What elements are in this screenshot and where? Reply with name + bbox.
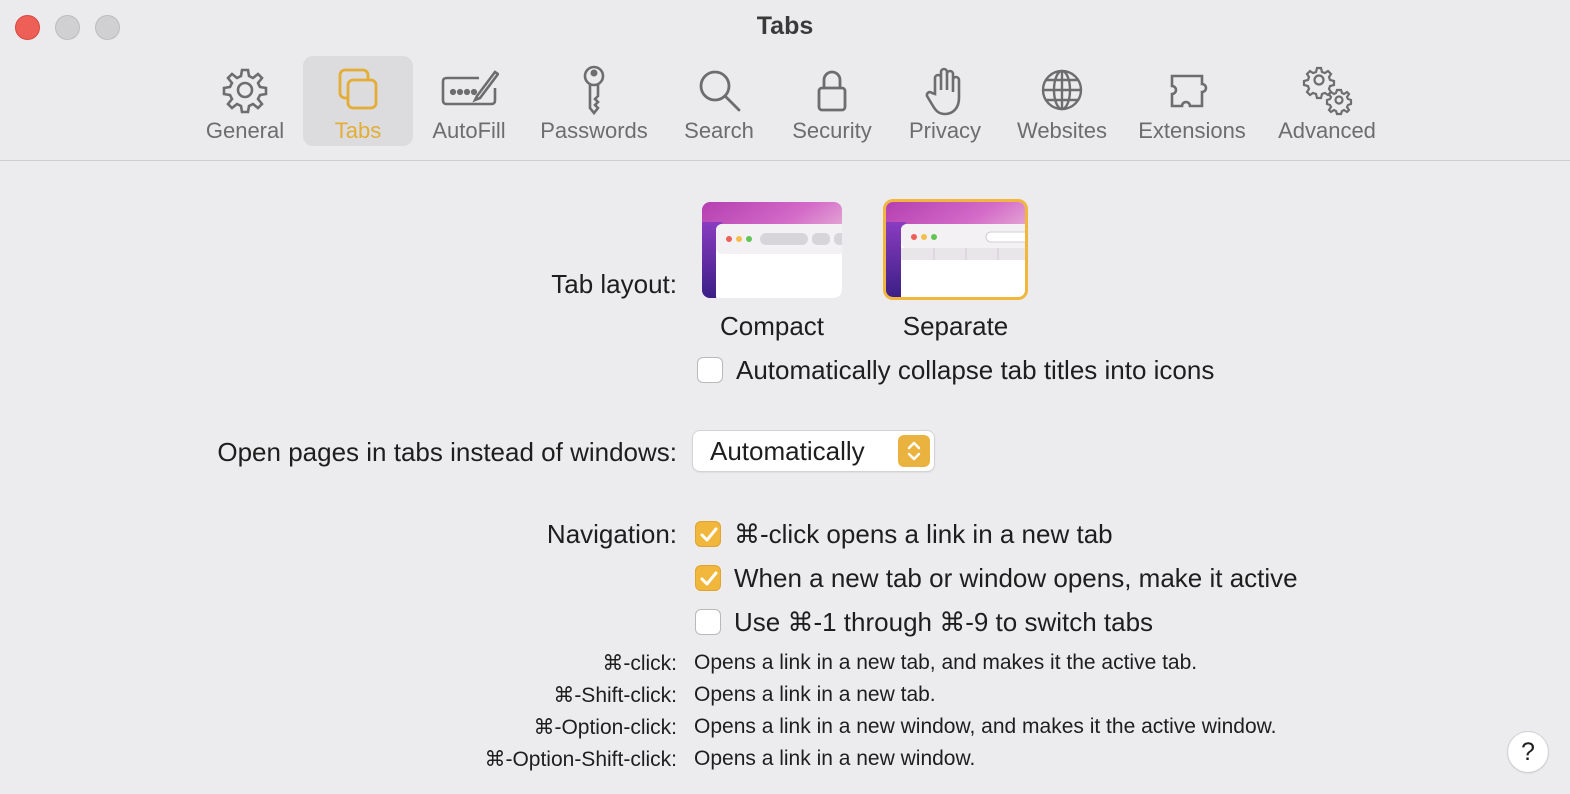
open-pages-value: Automatically <box>710 436 865 466</box>
toolbar-advanced[interactable]: Advanced <box>1270 56 1384 146</box>
compact-label: Compact <box>719 311 825 341</box>
hand-icon <box>925 67 961 116</box>
gear-icon <box>222 68 268 114</box>
toolbar-search[interactable]: Search <box>677 56 761 146</box>
compact-layout-thumbnail <box>702 202 842 298</box>
toolbar-tabs[interactable]: Tabs <box>303 56 413 146</box>
toolbar-autofill[interactable]: AutoFill <box>424 56 514 146</box>
separate-layout-thumbnail <box>886 202 1025 297</box>
switch-tabs-shortcut-checkbox[interactable] <box>695 609 721 635</box>
toolbar-label: Passwords <box>540 118 648 143</box>
make-active-checkbox[interactable] <box>695 565 721 591</box>
chevron-updown-icon <box>898 435 930 467</box>
toolbar-passwords[interactable]: Passwords <box>533 56 655 146</box>
key-icon <box>583 65 605 116</box>
toolbar-general[interactable]: General <box>199 56 291 146</box>
open-pages-popup[interactable]: Automatically <box>693 431 934 471</box>
globe-icon <box>1041 69 1083 111</box>
cmd-click-new-tab-checkbox[interactable] <box>695 521 721 547</box>
toolbar-label: Extensions <box>1138 118 1246 143</box>
toolbar-label: AutoFill <box>432 118 506 143</box>
toolbar-privacy[interactable]: Privacy <box>900 56 990 146</box>
toolbar-label: Search <box>684 118 754 143</box>
gears-icon <box>1302 66 1353 116</box>
autofill-icon <box>441 70 499 106</box>
window-toolbar: Tabs General Tabs AutoFill Passwords Sea… <box>0 0 1570 161</box>
puzzle-icon <box>1170 74 1208 108</box>
window-title: Tabs <box>756 12 814 40</box>
shortcut-description: Opens a link in a new tab, and makes it … <box>694 651 1198 674</box>
shortcut-description: Opens a link in a new tab. <box>694 683 936 706</box>
shortcut-description: Opens a link in a new window, and makes … <box>694 715 1277 738</box>
open-pages-label: Open pages in tabs instead of windows: <box>217 437 677 467</box>
toolbar-label: Tabs <box>334 118 382 143</box>
tabs-icon <box>338 68 378 110</box>
toolbar-label: General <box>205 118 285 143</box>
switch-tabs-shortcut-label: Use ⌘-1 through ⌘-9 to switch tabs <box>734 607 1154 637</box>
collapse-titles-label: Automatically collapse tab titles into i… <box>736 355 1215 385</box>
make-active-label: When a new tab or window opens, make it … <box>734 563 1298 593</box>
separate-label: Separate <box>902 311 1009 341</box>
shortcut-key: ⌘-Option-click: <box>533 716 677 739</box>
toolbar-websites[interactable]: Websites <box>1010 56 1114 146</box>
toolbar-label: Privacy <box>908 118 982 143</box>
help-button[interactable]: ? <box>1508 732 1548 772</box>
toolbar-label: Websites <box>1016 118 1108 143</box>
shortcut-key: ⌘-click: <box>602 652 677 675</box>
shortcut-key: ⌘-Option-Shift-click: <box>484 748 677 771</box>
navigation-label: Navigation: <box>546 519 677 549</box>
compact-layout-option[interactable] <box>702 202 842 298</box>
shortcut-description: Opens a link in a new window. <box>694 747 976 770</box>
magnifier-icon <box>699 70 741 112</box>
shortcut-key: ⌘-Shift-click: <box>553 684 677 707</box>
separate-layout-option[interactable] <box>883 199 1028 300</box>
toolbar-extensions[interactable]: Extensions <box>1130 56 1254 146</box>
toolbar-label: Security <box>792 118 872 143</box>
tab-layout-label: Tab layout: <box>551 269 677 299</box>
toolbar-security[interactable]: Security <box>784 56 880 146</box>
collapse-titles-checkbox[interactable] <box>697 357 723 383</box>
cmd-click-new-tab-label: ⌘-click opens a link in a new tab <box>734 519 1113 549</box>
toolbar-label: Advanced <box>1278 118 1376 143</box>
lock-icon <box>817 70 847 112</box>
